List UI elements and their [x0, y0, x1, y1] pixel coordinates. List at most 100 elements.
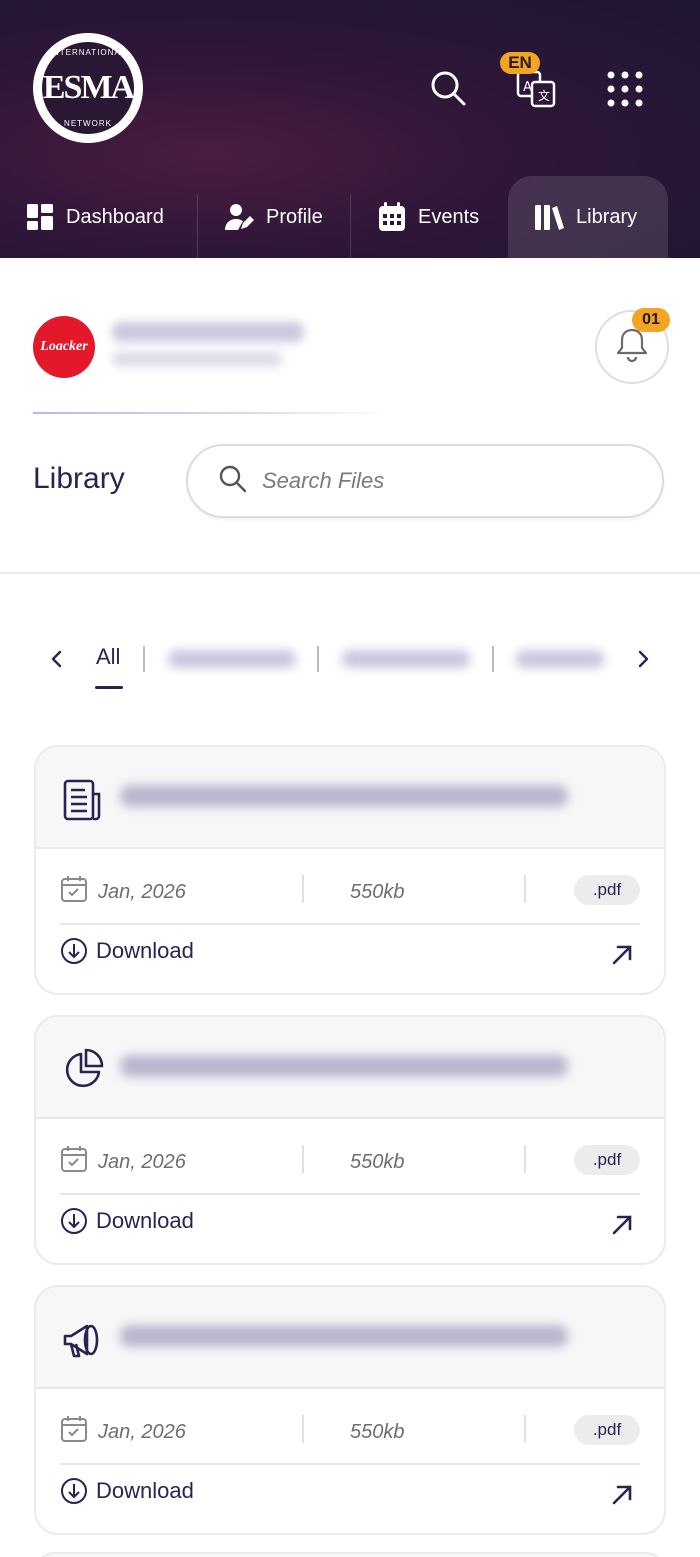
tab-category-blurred[interactable] [516, 650, 604, 668]
meta-divider [524, 1415, 526, 1443]
card-divider [60, 1463, 640, 1465]
calendar-check-icon [60, 875, 88, 909]
open-external-arrow-icon[interactable] [608, 1481, 636, 1509]
calendar-check-icon [60, 1145, 88, 1179]
pie-chart-icon [58, 1045, 108, 1095]
file-date-text: Jan, 2026 [98, 1420, 186, 1443]
blurred-file-title [120, 785, 568, 807]
nav-item-dashboard[interactable]: Dashboard [26, 176, 164, 258]
svg-text:A: A [523, 80, 532, 95]
tab-divider [317, 646, 319, 672]
download-circle-icon [60, 1477, 88, 1505]
section-divider [0, 572, 700, 574]
notification-count-badge: 01 [632, 308, 670, 332]
meta-divider [302, 1145, 304, 1173]
search-icon[interactable] [424, 64, 472, 112]
download-button[interactable]: Download [60, 1477, 194, 1505]
file-card: Jan, 2026 550kb .pdf Download [34, 745, 666, 995]
blurred-user-name [112, 322, 304, 342]
profile-divider [33, 412, 393, 414]
download-circle-icon [60, 937, 88, 965]
meta-divider [524, 875, 526, 903]
file-size: 550kb [350, 1421, 405, 1443]
nav-divider [350, 194, 351, 258]
file-type-badge: .pdf [574, 1415, 640, 1445]
file-date-text: Jan, 2026 [98, 880, 186, 903]
main-nav: Dashboard Profile Events Library [0, 176, 700, 258]
meta-divider [302, 875, 304, 903]
dashboard-icon [26, 203, 54, 231]
download-button[interactable]: Download [60, 1207, 194, 1235]
file-card: Jan, 2026 550kb .pdf Download [34, 1015, 666, 1265]
file-card-header [36, 1017, 664, 1119]
tab-active-underline [95, 686, 123, 689]
file-size: 550kb [350, 1151, 405, 1173]
calendar-check-icon [60, 1415, 88, 1449]
file-card-partial [34, 1552, 666, 1557]
blurred-file-title [120, 1325, 568, 1347]
tab-category-blurred[interactable] [168, 650, 296, 668]
logo-emblem: INTERNATIONAL ESMA NETWORK [42, 42, 135, 134]
app-header: INTERNATIONAL ESMA NETWORK A 文 EN Dashbo… [0, 0, 700, 258]
language-badge[interactable]: EN [500, 52, 540, 74]
file-meta: Jan, 2026 550kb .pdf [60, 1141, 640, 1181]
logo-ring-bottom-text: NETWORK [64, 119, 112, 128]
blurred-user-subtitle [112, 352, 282, 366]
file-card-header [36, 1287, 664, 1389]
card-divider [60, 1193, 640, 1195]
apps-grid-icon[interactable] [600, 64, 650, 114]
page-title: Library [33, 462, 125, 495]
blurred-file-title [120, 1055, 568, 1077]
svg-text:文: 文 [538, 88, 550, 103]
search-icon [218, 464, 248, 499]
company-avatar[interactable]: Loacker [33, 316, 95, 378]
meta-divider [302, 1415, 304, 1443]
calendar-icon [378, 202, 406, 232]
nav-label-library: Library [576, 205, 638, 228]
tab-all[interactable]: All [96, 644, 120, 670]
tabs-next-arrow-icon[interactable] [628, 642, 658, 676]
profile-edit-icon [224, 202, 254, 232]
nav-item-profile[interactable]: Profile [224, 176, 323, 258]
file-type-badge: .pdf [574, 1145, 640, 1175]
file-meta: Jan, 2026 550kb .pdf [60, 871, 640, 911]
file-meta: Jan, 2026 550kb .pdf [60, 1411, 640, 1451]
nav-label-events: Events [418, 205, 480, 228]
file-type-badge: .pdf [574, 875, 640, 905]
esma-logo[interactable]: INTERNATIONAL ESMA NETWORK [33, 33, 143, 143]
company-logo-text: Loacker [40, 339, 88, 354]
nav-item-library[interactable]: Library [534, 176, 637, 258]
search-files-input[interactable] [262, 468, 622, 494]
file-card: Jan, 2026 550kb .pdf Download [34, 1285, 666, 1535]
search-files-box[interactable] [186, 444, 664, 518]
logo-text: ESMA [42, 69, 135, 106]
tab-category-blurred[interactable] [342, 650, 470, 668]
open-external-arrow-icon[interactable] [608, 941, 636, 969]
file-date-text: Jan, 2026 [98, 1150, 186, 1173]
nav-item-events[interactable]: Events [378, 176, 479, 258]
library-books-icon [534, 203, 564, 231]
file-date: Jan, 2026 [60, 875, 186, 909]
file-date: Jan, 2026 [60, 1145, 186, 1179]
download-label: Download [96, 938, 194, 963]
tab-divider [143, 646, 145, 672]
nav-label-profile: Profile [266, 205, 323, 228]
bell-icon [615, 327, 649, 368]
file-date: Jan, 2026 [60, 1415, 186, 1449]
file-card-header [36, 747, 664, 849]
tabs-prev-arrow-icon[interactable] [42, 642, 72, 676]
nav-label-dashboard: Dashboard [66, 205, 164, 228]
download-label: Download [96, 1208, 194, 1233]
download-label: Download [96, 1478, 194, 1503]
meta-divider [524, 1145, 526, 1173]
tab-divider [492, 646, 494, 672]
card-divider [60, 923, 640, 925]
download-circle-icon [60, 1207, 88, 1235]
nav-divider [197, 194, 198, 258]
document-icon [58, 775, 108, 825]
open-external-arrow-icon[interactable] [608, 1211, 636, 1239]
download-button[interactable]: Download [60, 937, 194, 965]
logo-ring-top-text: INTERNATIONAL [49, 48, 127, 57]
megaphone-icon [58, 1315, 108, 1365]
file-size: 550kb [350, 881, 405, 903]
